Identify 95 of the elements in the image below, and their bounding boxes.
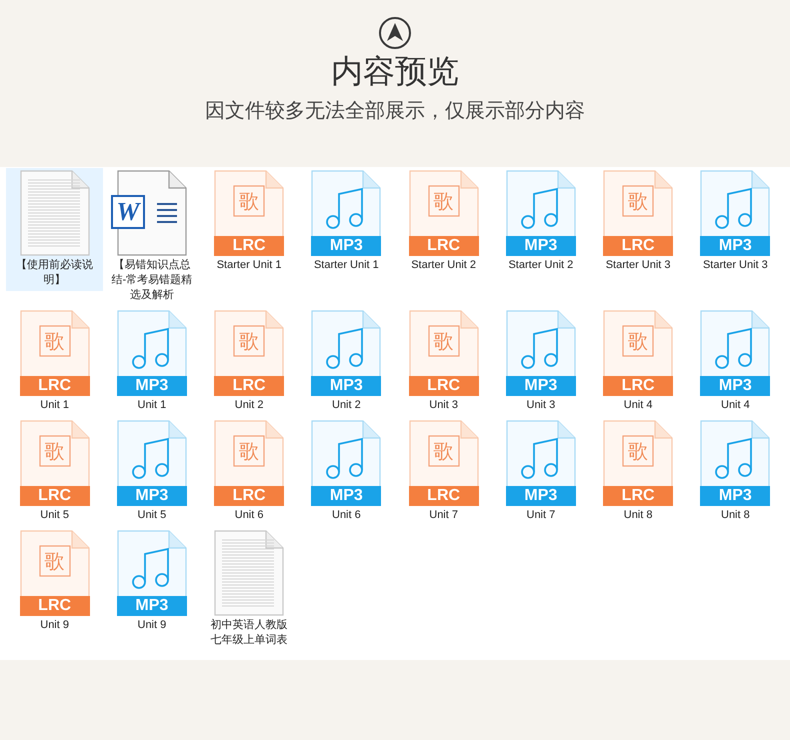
file-type-badge: LRC <box>20 596 90 616</box>
file-name: Starter Unit 1 <box>312 258 380 273</box>
lyrics-glyph: 歌 <box>238 188 260 215</box>
file-item[interactable]: 歌 LRC Unit 5 <box>6 418 104 526</box>
file-name: Unit 8 <box>622 508 654 523</box>
lyrics-glyph: 歌 <box>432 188 455 215</box>
section-subtitle: 因文件较多无法全部展示，仅展示部分内容 <box>205 97 585 124</box>
file-type-badge: MP3 <box>506 486 576 506</box>
file-name: 初中英语人教版七年级上单词表 <box>210 618 289 648</box>
file-type-badge: MP3 <box>116 376 187 396</box>
file-item[interactable]: 歌 LRC Unit 7 <box>395 418 492 526</box>
file-name: Unit 3 <box>428 398 459 413</box>
file-name: Unit 8 <box>720 508 751 523</box>
file-name: Unit 2 <box>331 398 362 413</box>
file-item[interactable]: 【使用前必读说明】 <box>6 168 104 291</box>
file-type-badge: MP3 <box>506 376 576 396</box>
file-type-badge: LRC <box>408 236 479 256</box>
file-item[interactable]: MP3 Starter Unit 2 <box>492 168 590 276</box>
file-name: 【易错知识点总结-常考易错题精选及解析 <box>110 258 194 303</box>
file-type-badge: LRC <box>603 236 674 256</box>
file-name: Starter Unit 1 <box>216 258 283 273</box>
file-name: 【使用前必读说明】 <box>15 258 94 288</box>
file-type-badge: LRC <box>20 376 90 396</box>
text-file-icon <box>20 170 90 256</box>
file-item[interactable]: 歌 LRC Starter Unit 2 <box>395 168 492 276</box>
file-item[interactable]: 歌 LRC Starter Unit 1 <box>200 168 298 276</box>
file-name: Unit 6 <box>234 508 264 523</box>
file-name: Starter Unit 3 <box>702 258 769 273</box>
file-type-badge: LRC <box>20 486 90 506</box>
file-item[interactable]: MP3 Unit 8 <box>686 418 784 526</box>
file-type-badge: MP3 <box>700 376 770 396</box>
file-type-badge: LRC <box>214 486 284 506</box>
lyrics-glyph: 歌 <box>627 188 650 215</box>
file-name: Unit 7 <box>526 508 556 523</box>
file-name: Unit 2 <box>234 398 264 413</box>
file-name: Unit 6 <box>331 508 362 523</box>
file-item[interactable]: W 【易错知识点总结-常考易错题精选及解析 <box>103 168 200 306</box>
file-name: Starter Unit 2 <box>410 258 478 273</box>
file-item[interactable]: MP3 Unit 9 <box>103 528 200 636</box>
file-type-badge: MP3 <box>311 376 382 396</box>
lyrics-glyph: 歌 <box>238 438 260 465</box>
file-type-badge: MP3 <box>311 236 382 256</box>
file-name: Unit 5 <box>136 508 168 523</box>
lyrics-glyph: 歌 <box>432 438 455 465</box>
text-file-icon <box>214 530 284 616</box>
lyrics-glyph: 歌 <box>44 548 66 575</box>
file-item[interactable]: 歌 LRC Unit 8 <box>590 418 687 526</box>
file-item[interactable]: MP3 Starter Unit 3 <box>686 168 784 276</box>
file-type-badge: MP3 <box>116 596 187 616</box>
lyrics-glyph: 歌 <box>627 328 650 355</box>
lyrics-glyph: 歌 <box>238 328 260 355</box>
file-type-badge: MP3 <box>116 486 187 506</box>
file-name: Unit 9 <box>39 618 70 633</box>
file-item[interactable]: 歌 LRC Unit 1 <box>6 308 104 416</box>
lyrics-glyph: 歌 <box>44 438 66 465</box>
file-type-badge: LRC <box>603 376 674 396</box>
file-type-badge: MP3 <box>311 486 382 506</box>
file-item[interactable]: 歌 LRC Unit 2 <box>200 308 298 416</box>
file-type-badge: LRC <box>214 376 284 396</box>
file-name: Unit 4 <box>622 398 654 413</box>
lyrics-glyph: 歌 <box>627 438 650 465</box>
file-item[interactable]: MP3 Unit 3 <box>492 308 590 416</box>
file-name: Unit 3 <box>526 398 556 413</box>
file-type-badge: MP3 <box>506 236 576 256</box>
file-item[interactable]: MP3 Unit 5 <box>103 418 200 526</box>
file-name: Starter Unit 3 <box>604 258 672 273</box>
file-item[interactable]: MP3 Unit 7 <box>492 418 590 526</box>
file-type-badge: LRC <box>408 486 479 506</box>
file-item[interactable]: 歌 LRC Unit 6 <box>200 418 298 526</box>
file-name: Unit 7 <box>428 508 459 523</box>
file-item[interactable]: 歌 LRC Unit 4 <box>590 308 687 416</box>
file-name: Unit 5 <box>39 508 70 523</box>
file-type-badge: MP3 <box>700 486 770 506</box>
file-item[interactable]: MP3 Unit 6 <box>298 418 395 526</box>
file-name: Unit 4 <box>720 398 751 413</box>
lyrics-glyph: 歌 <box>432 328 455 355</box>
file-type-badge: LRC <box>603 486 674 506</box>
file-name: Unit 1 <box>39 398 70 413</box>
file-item[interactable]: 歌 LRC Unit 3 <box>395 308 492 416</box>
file-type-badge: MP3 <box>700 236 770 256</box>
word-logo: W <box>110 195 145 229</box>
file-type-badge: LRC <box>408 376 479 396</box>
file-name: Unit 9 <box>136 618 168 633</box>
file-type-badge: LRC <box>214 236 284 256</box>
lyrics-glyph: 歌 <box>44 328 66 355</box>
file-item[interactable]: 歌 LRC Unit 9 <box>6 528 104 636</box>
file-item[interactable]: MP3 Starter Unit 1 <box>298 168 395 276</box>
file-item[interactable]: 初中英语人教版七年级上单词表 <box>200 528 298 651</box>
file-item[interactable]: MP3 Unit 4 <box>686 308 784 416</box>
file-name: Unit 1 <box>136 398 168 413</box>
file-item[interactable]: MP3 Unit 2 <box>298 308 395 416</box>
file-name: Starter Unit 2 <box>507 258 574 273</box>
section-title: 内容预览 <box>331 51 459 91</box>
file-item[interactable]: MP3 Unit 1 <box>103 308 200 416</box>
file-item[interactable]: 歌 LRC Starter Unit 3 <box>590 168 687 276</box>
